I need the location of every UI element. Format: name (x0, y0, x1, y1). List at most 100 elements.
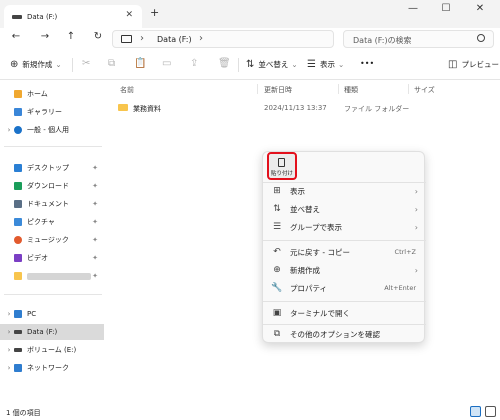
menu-item-new[interactable]: ⊕ 新規作成 › (263, 261, 426, 279)
breadcrumb-chevron-icon[interactable]: › (199, 33, 203, 44)
chevron-right-icon: › (414, 222, 418, 232)
details-view-icon[interactable] (470, 406, 481, 417)
breadcrumb-data-f[interactable]: Data (F:) (157, 35, 192, 44)
menu-item-undo-copy[interactable]: ↶ 元に戻す - コピー Ctrl+Z (263, 243, 426, 261)
toolbar-divider (72, 58, 73, 72)
column-header-name[interactable]: 名前 (120, 85, 134, 95)
sidebar-item-gallery[interactable]: ギャラリー (0, 104, 104, 120)
computer-icon (121, 35, 132, 43)
sort-icon: ⇅ (273, 204, 281, 214)
menu-item-group-by[interactable]: ☰ グループで表示 › (263, 218, 426, 236)
sidebar-item-home[interactable]: ホーム (0, 86, 104, 102)
gallery-icon (14, 108, 22, 116)
sidebar-item-label: デスクトップ (27, 164, 69, 172)
minimize-button[interactable]: — (403, 3, 423, 14)
command-bar: ⊕ 新規作成 ⌄ ✂ ⧉ 📋 ▭ ⇪ 🗑 ⇅ 並べ替え ⌄ ☰ 表示 ⌄ •••… (0, 50, 500, 80)
paste-icon[interactable]: 📋 (134, 58, 146, 69)
plus-icon: ⊕ (273, 265, 281, 275)
sidebar-item-label: 一般 - 個人用 (27, 126, 69, 134)
close-button[interactable]: ✕ (470, 3, 490, 14)
search-input[interactable]: Data (F:)の検索 (343, 30, 494, 48)
column-header-type[interactable]: 種類 (344, 85, 358, 95)
computer-icon (14, 310, 22, 318)
sidebar-item-volume-e[interactable]: › ボリューム (E:) (0, 342, 104, 358)
chevron-right-icon: › (414, 204, 418, 214)
chevron-down-icon: ⌄ (337, 60, 345, 69)
menu-item-open-terminal[interactable]: ▣ ターミナルで開く (263, 304, 426, 322)
menu-item-show-more-options[interactable]: ⧉ その他のオプションを確認 (263, 325, 426, 343)
share-icon[interactable]: ⇪ (190, 58, 198, 69)
sidebar-item-desktop[interactable]: デスクトップ ✦ (0, 160, 104, 176)
wrench-icon: 🔧 (271, 283, 283, 293)
pin-icon: ✦ (92, 164, 98, 172)
file-modified: 2024/11/13 13:37 (264, 104, 327, 112)
sort-icon: ⇅ (246, 59, 255, 70)
column-header-size[interactable]: サイズ (414, 85, 435, 95)
sidebar-item-pc[interactable]: › PC (0, 306, 104, 322)
forward-button[interactable]: → (37, 31, 53, 42)
menu-divider (263, 301, 426, 302)
menu-item-label: 並べ替え (290, 204, 320, 214)
maximize-button[interactable]: ☐ (436, 3, 456, 14)
up-button[interactable]: ↑ (63, 31, 79, 42)
column-header-modified[interactable]: 更新日時 (264, 85, 292, 95)
tab-close-icon[interactable]: ✕ (125, 10, 133, 20)
cut-icon[interactable]: ✂ (82, 58, 90, 69)
search-icon (477, 34, 485, 42)
search-placeholder: Data (F:)の検索 (353, 36, 412, 45)
new-tab-button[interactable]: + (150, 6, 159, 19)
pin-icon: ✦ (92, 272, 98, 280)
chevron-right-icon[interactable]: › (4, 346, 14, 354)
drive-icon (14, 330, 22, 334)
table-row[interactable]: 業務資料 2024/11/13 13:37 ファイル フォルダー (110, 100, 500, 116)
preview-button[interactable]: ◫ プレビュー (448, 59, 499, 70)
sidebar-item-network[interactable]: › ネットワーク (0, 360, 104, 376)
chevron-right-icon[interactable]: › (4, 310, 14, 318)
sidebar-item-music[interactable]: ミュージック ✦ (0, 232, 104, 248)
view-button[interactable]: ☰ 表示 ⌄ (307, 59, 344, 70)
sidebar-item-redacted-folder[interactable]: ✦ (0, 268, 104, 284)
sidebar-item-pictures[interactable]: ピクチャ ✦ (0, 214, 104, 230)
navigation-bar: ← → ↑ ↻ › Data (F:) › Data (F:)の検索 (0, 28, 500, 50)
sidebar-item-data-f[interactable]: › Data (F:) (0, 324, 104, 340)
chevron-right-icon[interactable]: › (4, 364, 14, 372)
menu-item-sort[interactable]: ⇅ 並べ替え › (263, 200, 426, 218)
address-bar[interactable]: › Data (F:) › (112, 30, 334, 48)
pictures-icon (14, 218, 22, 226)
sidebar-item-documents[interactable]: ドキュメント ✦ (0, 196, 104, 212)
breadcrumb-chevron-icon[interactable]: › (140, 33, 144, 44)
tab-title: Data (F:) (27, 12, 58, 21)
sidebar-item-label: ドキュメント (27, 200, 69, 208)
refresh-button[interactable]: ↻ (90, 31, 106, 42)
column-divider[interactable] (408, 84, 409, 94)
chevron-right-icon[interactable]: › (4, 126, 14, 134)
delete-icon[interactable]: 🗑 (218, 58, 231, 69)
new-button[interactable]: ⊕ 新規作成 ⌄ (10, 59, 62, 70)
sidebar-item-label: Data (F:) (27, 328, 58, 336)
preview-label: プレビュー (461, 60, 499, 69)
menu-item-label: 元に戻す - コピー (290, 247, 350, 257)
sidebar-item-videos[interactable]: ビデオ ✦ (0, 250, 104, 266)
plus-icon: ⊕ (10, 59, 19, 70)
more-button[interactable]: ••• (360, 59, 374, 68)
menu-item-properties[interactable]: 🔧 プロパティ Alt+Enter (263, 279, 426, 297)
new-label: 新規作成 (22, 60, 53, 69)
column-divider[interactable] (257, 84, 258, 94)
grid-icon: ⊞ (273, 186, 281, 196)
sidebar-item-label: ボリューム (E:) (27, 346, 77, 354)
column-divider[interactable] (338, 84, 339, 94)
sidebar-item-onedrive[interactable]: › 一般 - 個人用 (0, 122, 104, 138)
sort-button[interactable]: ⇅ 並べ替え ⌄ (246, 59, 298, 70)
back-button[interactable]: ← (8, 31, 24, 42)
drive-icon (14, 348, 22, 352)
menu-item-view[interactable]: ⊞ 表示 › (263, 182, 426, 200)
tiles-view-icon[interactable] (485, 406, 496, 417)
paste-button[interactable]: 貼り付け (267, 152, 297, 180)
sidebar-item-downloads[interactable]: ダウンロード ✦ (0, 178, 104, 194)
rename-icon[interactable]: ▭ (162, 58, 171, 69)
copy-icon[interactable]: ⧉ (108, 58, 115, 69)
sidebar-item-label: PC (27, 310, 37, 318)
chevron-down-icon: ⌄ (291, 60, 298, 69)
tab-data-f[interactable]: Data (F:) ✕ (4, 5, 142, 28)
chevron-right-icon[interactable]: › (4, 328, 14, 336)
